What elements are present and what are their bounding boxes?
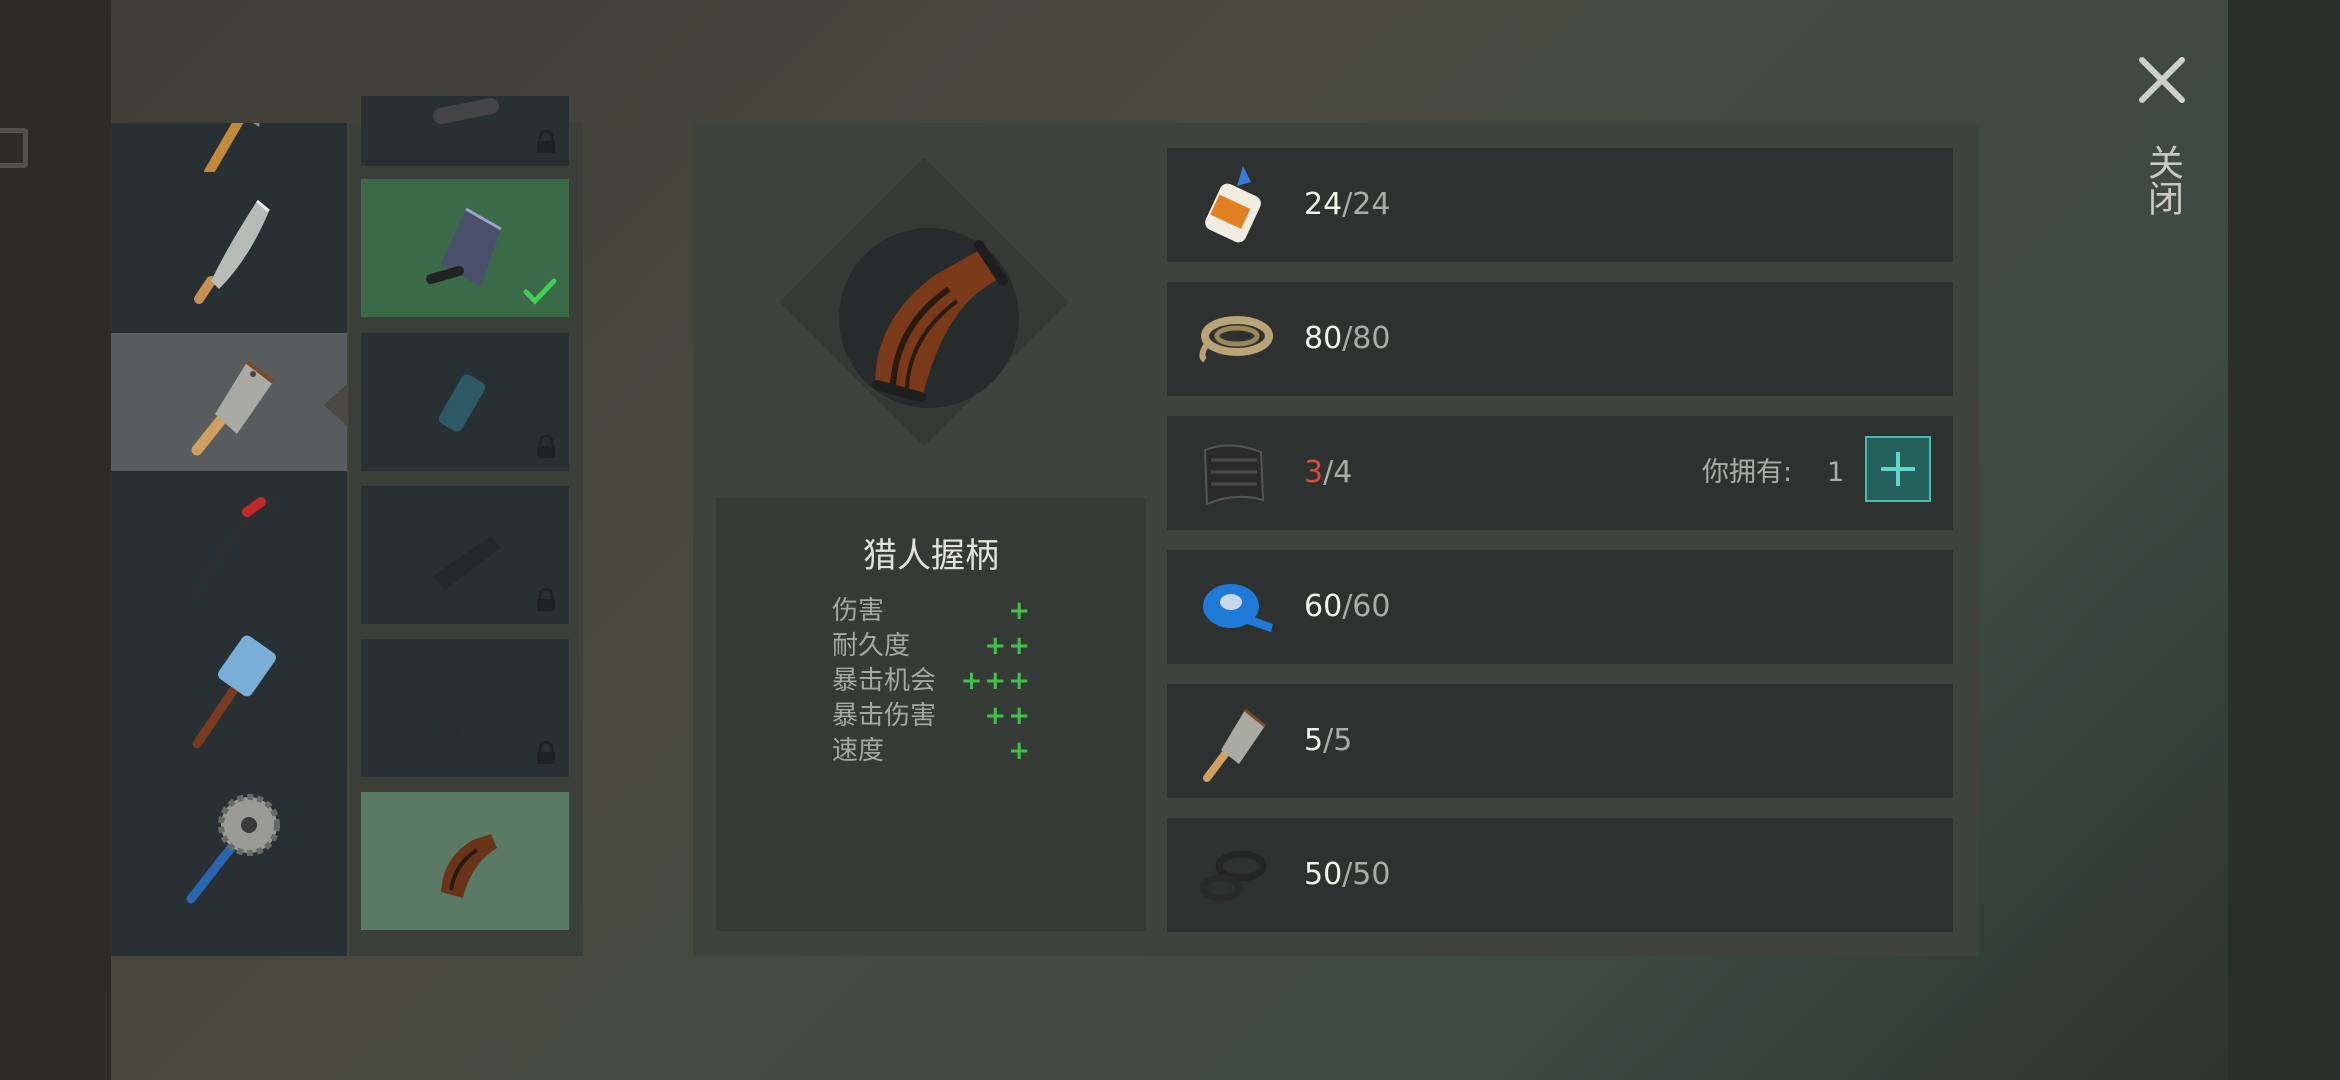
requirement-count: 5/5: [1304, 723, 1353, 758]
requirement-count: 60/60: [1304, 589, 1391, 624]
requirement-row: 80/80: [1167, 282, 1953, 396]
stat-name: 暴击机会: [832, 666, 937, 696]
handle-option-1[interactable]: [361, 96, 569, 166]
stat-value: +++: [960, 666, 1032, 696]
stat-name: 速度: [832, 736, 885, 766]
carbon-fiber-icon: [1203, 444, 1265, 506]
handle-option-2[interactable]: [361, 179, 569, 317]
lock-icon: [537, 435, 555, 458]
close-button[interactable]: [2132, 50, 2192, 110]
weapon-crowbar[interactable]: [111, 473, 347, 611]
grip-icon: [438, 374, 486, 432]
stat-row: 耐久度 ++: [832, 629, 1032, 664]
rope-icon: [1199, 316, 1273, 363]
stat-value: ++: [984, 701, 1032, 731]
close-icon: [2139, 57, 2185, 103]
weapon-cleaver[interactable]: [111, 333, 347, 471]
lock-icon: [537, 741, 555, 764]
weapon-sledgehammer[interactable]: [111, 623, 347, 761]
requirement-count: 80/80: [1304, 321, 1391, 356]
weapon-machete[interactable]: [111, 180, 347, 318]
handle-option-3[interactable]: [361, 333, 569, 471]
owned-label: 你拥有:: [1702, 457, 1793, 488]
handle-icon: [433, 98, 499, 124]
cleaver-icon: [1203, 708, 1266, 782]
requirement-row: 50/50: [1167, 818, 1953, 932]
stat-value: +: [1008, 736, 1032, 766]
stat-name: 暴击伤害: [832, 701, 937, 731]
requirement-row: 60/60: [1167, 550, 1953, 664]
check-icon: [523, 278, 557, 305]
tactical-grip-icon: [433, 536, 501, 590]
tape-icon: [1203, 584, 1273, 632]
lock-icon: [537, 588, 555, 611]
rubber-grip-icon: [439, 687, 497, 745]
lock-icon: [537, 130, 555, 153]
stat-value: ++: [984, 631, 1032, 661]
requirement-count: 50/50: [1304, 857, 1391, 892]
crowbar-icon: [189, 494, 281, 599]
stat-row: 速度 +: [832, 734, 1032, 769]
add-material-button[interactable]: [1865, 436, 1931, 502]
stat-row: 暴击机会 +++: [832, 664, 1032, 699]
partial-menu-icon[interactable]: [0, 128, 28, 168]
cleaver-icon: [191, 360, 275, 456]
stat-name: 耐久度: [832, 631, 911, 661]
requirement-count: 3/4: [1304, 455, 1353, 490]
requirement-row: 5/5: [1167, 684, 1953, 798]
requirement-row: 3/4 你拥有: 1: [1167, 416, 1953, 530]
rubber-rings-icon: [1199, 850, 1267, 902]
weapon-saw-mace[interactable]: [111, 776, 347, 914]
stat-list: 伤害 + 耐久度 ++ 暴击机会 +++ 暴击伤害 ++ 速度 +: [832, 594, 1032, 769]
selection-indicator: [324, 383, 348, 427]
handle-option-6[interactable]: [361, 792, 569, 930]
handle-option-4[interactable]: [361, 486, 569, 624]
hunter-grip-icon: [441, 834, 497, 898]
sledgehammer-icon: [192, 635, 276, 749]
item-info-card: 猎人握柄 伤害 + 耐久度 ++ 暴击机会 +++ 暴击伤害 ++ 速度 +: [716, 498, 1146, 931]
stat-row: 暴击伤害 ++: [832, 699, 1032, 734]
right-background-strip: [2228, 0, 2340, 1080]
weapon-list: [111, 123, 347, 956]
left-background-strip: [0, 0, 111, 1080]
stat-value: +: [1008, 596, 1032, 626]
handle-option-5[interactable]: [361, 639, 569, 777]
weapon-hatchet[interactable]: [111, 123, 347, 181]
close-label[interactable]: 关闭: [2132, 125, 2192, 235]
plus-icon: [1881, 452, 1915, 486]
machete-icon: [194, 199, 270, 304]
requirement-count: 24/24: [1304, 187, 1391, 222]
requirement-row: 24/24: [1167, 148, 1953, 262]
hatchet-icon: [204, 123, 260, 172]
stat-row: 伤害 +: [832, 594, 1032, 629]
blade-handle-icon: [426, 207, 502, 287]
item-name: 猎人握柄: [863, 536, 999, 576]
stat-name: 伤害: [832, 596, 885, 626]
owned-value: 1: [1827, 457, 1845, 488]
hunter-grip-preview-icon: [872, 240, 1008, 402]
glue-icon: [1205, 166, 1261, 243]
saw-mace-icon: [186, 794, 280, 904]
